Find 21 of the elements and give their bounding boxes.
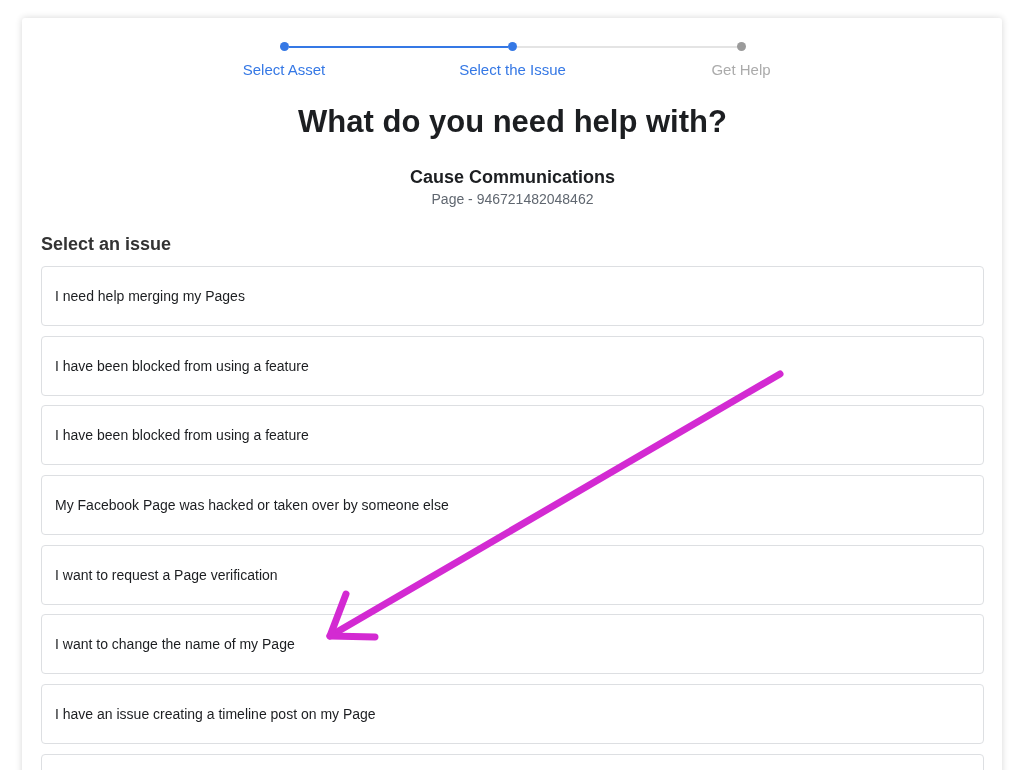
issue-option[interactable]: I want to request a Page verification (41, 544, 984, 605)
issue-label: I need help merging my Pages (55, 287, 245, 305)
issue-label: I want to change the name of my Page (55, 635, 295, 654)
step-label: Get Help (711, 61, 771, 79)
issue-label: I want to request a Page verification (55, 565, 278, 584)
issue-option[interactable]: I need help merging my Pages (41, 266, 984, 326)
issue-option[interactable]: I want to change the name of my Page (41, 614, 984, 675)
step-label: Select Asset (242, 61, 326, 79)
issue-label: I have been blocked from using a feature (55, 426, 309, 445)
section-title: Select an issue (41, 233, 172, 256)
asset-detail: Page - 946721482048462 (431, 190, 594, 208)
issue-option[interactable]: I have an issue creating a timeline post on my Page (41, 684, 984, 745)
issue-option[interactable]: I have been blocked from using a feature (41, 335, 984, 396)
issue-option[interactable]: My Facebook Page was hacked or taken over by someone else (41, 475, 984, 536)
issue-option[interactable]: I have been blocked from using a feature (41, 405, 984, 466)
step-label: Select the Issue (459, 61, 566, 79)
issue-label: I have an issue creating a timeline post on my Page (55, 705, 376, 724)
page-heading: What do you need help with? (297, 103, 728, 141)
asset-name: Cause Communications (409, 166, 615, 188)
issue-label: I have been blocked from using a feature (55, 356, 309, 375)
issue-label: My Facebook Page was hacked or taken over by someone else (55, 496, 449, 515)
